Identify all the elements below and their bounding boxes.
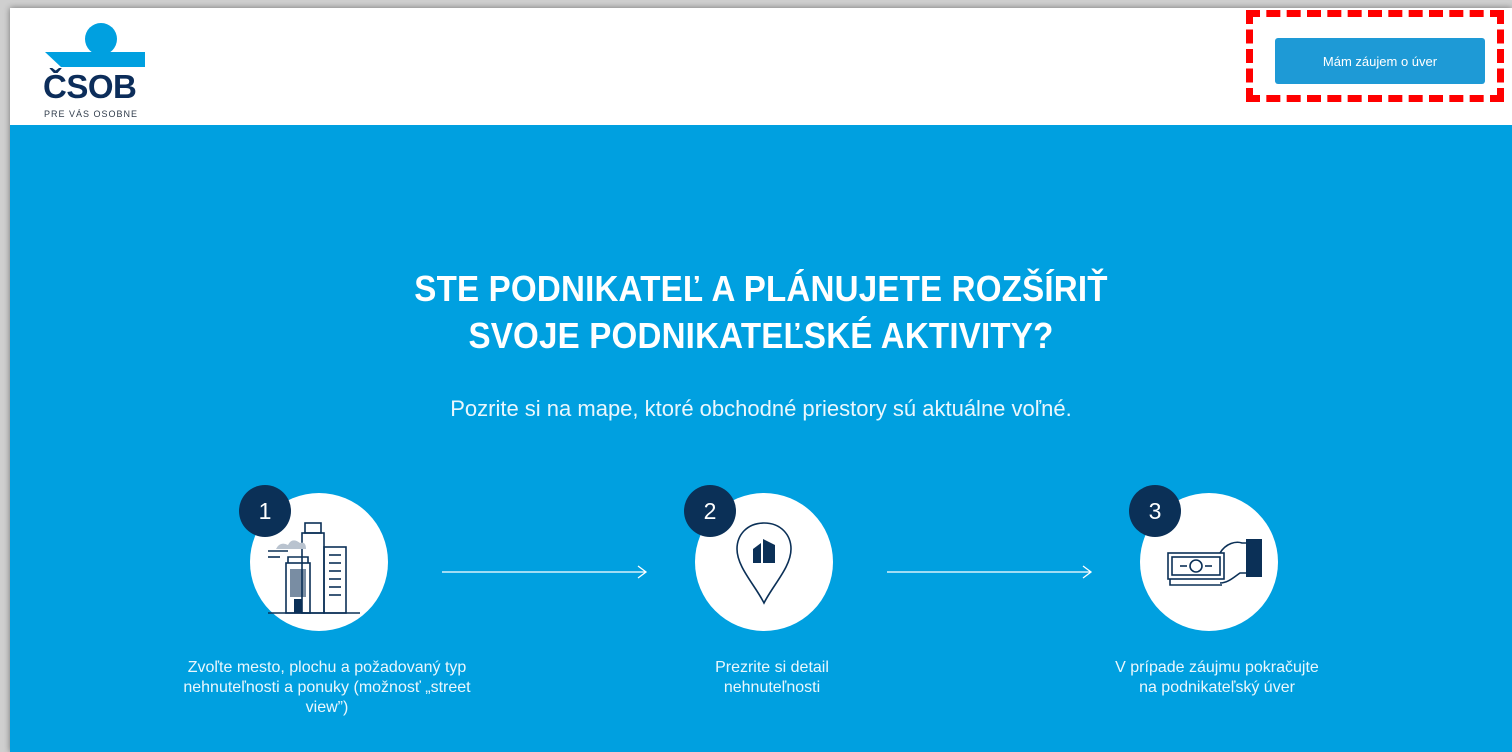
step-2-label-line: nehnuteľnosti — [723, 679, 821, 696]
hero-section: STE PODNIKATEĽ A PLÁNUJETE ROZŠÍRIŤ SVOJ… — [10, 125, 1512, 752]
step-1-number-badge: 1 — [239, 485, 291, 537]
step-3-number-badge: 3 — [1129, 485, 1181, 537]
step-3-label: V prípade záujmu pokračujte na podnikate… — [1067, 658, 1367, 698]
step-1-label-line: view”) — [305, 699, 349, 716]
arrow-right-icon — [887, 565, 1093, 579]
loan-interest-button[interactable]: Mám záujem o úver — [1275, 38, 1485, 84]
page-frame: ČSOB PRE VÁS OSOBNE Mám záujem o úver ST… — [10, 8, 1512, 752]
step-3-label-line: V prípade záujmu pokračujte — [1115, 659, 1319, 676]
csob-logo[interactable]: ČSOB PRE VÁS OSOBNE — [43, 22, 153, 122]
step-2-label-line: Prezrite si detail — [715, 659, 829, 676]
csob-logo-mark-icon — [45, 23, 145, 67]
step-2-label: Prezrite si detail nehnuteľnosti — [622, 658, 922, 698]
step-1-label-line: nehnuteľnosti a ponuky (možnosť „street — [183, 679, 471, 696]
hero-title-line-1: STE PODNIKATEĽ A PLÁNUJETE ROZŠÍRIŤ — [414, 268, 1108, 309]
arrow-right-icon — [442, 565, 648, 579]
site-header: ČSOB PRE VÁS OSOBNE Mám záujem o úver — [10, 8, 1512, 125]
hero-title: STE PODNIKATEĽ A PLÁNUJETE ROZŠÍRIŤ SVOJ… — [70, 265, 1452, 359]
step-3-label-line: na podnikateľský úver — [1139, 679, 1295, 696]
step-1-label-line: Zvoľte mesto, plochu a požadovaný typ — [187, 659, 467, 676]
hero-title-line-2: SVOJE PODNIKATEĽSKÉ AKTIVITY? — [468, 315, 1054, 356]
logo-wordmark: ČSOB — [43, 68, 137, 105]
step-2-number-badge: 2 — [684, 485, 736, 537]
hero-subtitle: Pozrite si na mape, ktoré obchodné pries… — [450, 396, 1072, 421]
logo-tagline: PRE VÁS OSOBNE — [44, 109, 139, 119]
step-1-label: Zvoľte mesto, plochu a požadovaný typ ne… — [177, 658, 477, 718]
